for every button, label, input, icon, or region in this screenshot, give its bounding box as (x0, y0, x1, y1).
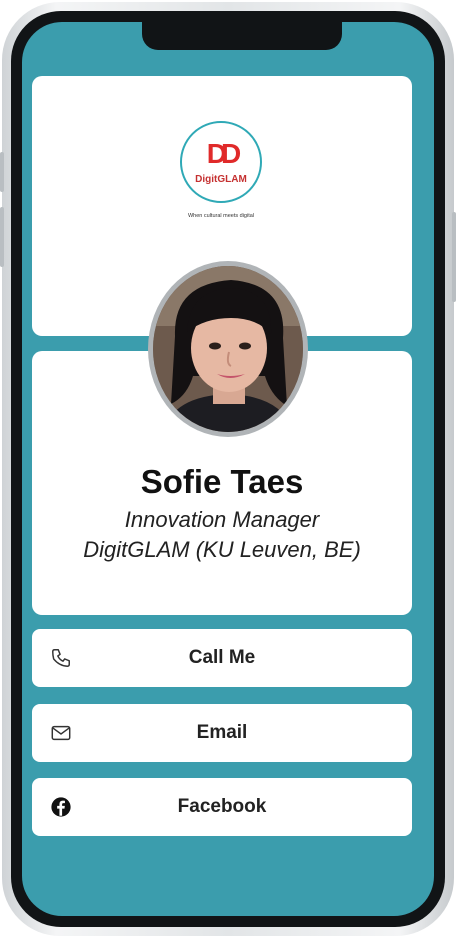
side-button (452, 212, 456, 302)
email-label: Email (196, 722, 248, 743)
logo-mark: DD (206, 138, 241, 169)
profile-role: Innovation Manager (124, 507, 320, 532)
call-me-label: Call Me (188, 647, 256, 668)
call-me-button[interactable]: Call Me (32, 629, 412, 687)
email-button[interactable]: Email (32, 704, 412, 762)
logo-tagline: When cultural meets digital (187, 213, 255, 219)
profile-name: Sofie Taes (140, 463, 304, 500)
company-logo: DD DigitGLAM When cultural meets digital (176, 121, 266, 219)
facebook-label: Facebook (177, 796, 267, 817)
portrait-illustration (153, 266, 303, 432)
side-button (0, 152, 4, 192)
profile-organization: DigitGLAM (KU Leuven, BE) (83, 537, 361, 562)
logo-name: DigitGLAM (195, 174, 247, 185)
profile-avatar (148, 261, 308, 437)
avatar-photo (153, 266, 303, 432)
facebook-button[interactable]: Facebook (32, 778, 412, 836)
side-button (0, 207, 4, 267)
logo-circle: DD DigitGLAM (180, 121, 262, 203)
phone-notch (142, 22, 342, 50)
